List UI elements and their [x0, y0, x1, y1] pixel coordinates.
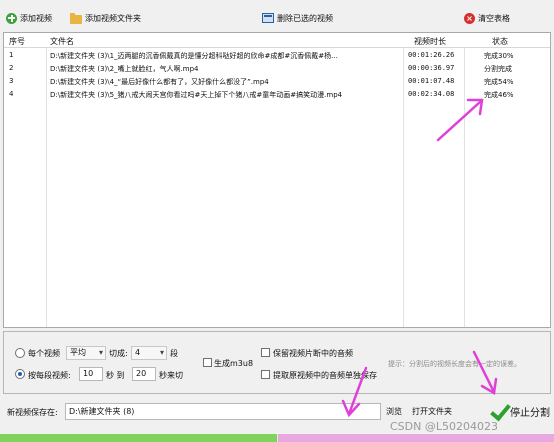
- cut-count-select[interactable]: 4: [131, 346, 167, 360]
- row-status: 分割完成: [484, 65, 512, 73]
- add-folder-label: 添加视频文件夹: [85, 13, 141, 23]
- row-duration: 00:00:36.97: [408, 64, 455, 72]
- stop-split-button[interactable]: 停止分割: [490, 394, 550, 428]
- table-row[interactable]: 2 D:\新建文件夹 (3)\2_嘴上就脸红，气人啊.mp4 00:00:36.…: [4, 63, 550, 75]
- header-index[interactable]: 序号: [9, 36, 25, 47]
- row-status: 完成30%: [484, 52, 514, 60]
- seconds-cut-label: 秒来切: [159, 371, 183, 380]
- generate-m3u8-checkbox[interactable]: [203, 358, 212, 367]
- delete-list-icon: [262, 13, 274, 23]
- row-duration: 00:02:34.08: [408, 90, 455, 98]
- row-index: 4: [9, 90, 14, 98]
- header-filename[interactable]: 文件名: [50, 36, 74, 47]
- segment-unit-label: 段: [170, 349, 178, 358]
- from-seconds-input[interactable]: 10: [79, 367, 103, 381]
- save-path-input[interactable]: D:\新建文件夹 (8): [65, 403, 381, 420]
- table-row[interactable]: 4 D:\新建文件夹 (3)\5_猪八戒大闹天宫你看过吗#天上掉下个猪八戒#童年…: [4, 89, 550, 101]
- row-index: 2: [9, 64, 14, 72]
- seconds-to-label: 秒 到: [106, 371, 125, 380]
- extract-audio-label: 提取原视频中的音频单独保存: [273, 371, 377, 380]
- row-status: 完成54%: [484, 78, 514, 86]
- mode-select[interactable]: 平均: [66, 346, 106, 360]
- row-status: 完成46%: [484, 91, 514, 99]
- open-folder-button[interactable]: 打开文件夹: [407, 403, 457, 420]
- each-video-label: 每个视频: [28, 349, 60, 358]
- row-index: 1: [9, 51, 14, 59]
- row-filename: D:\新建文件夹 (3)\5_猪八戒大闹天宫你看过吗#天上掉下个猪八戒#童年动画…: [50, 91, 343, 99]
- table-row[interactable]: 1 D:\新建文件夹 (3)\1_迈两腿的沉香佩戴真的是懂分超科哒好超的欣命#成…: [4, 50, 550, 62]
- header-duration[interactable]: 视频时长: [414, 36, 446, 47]
- stop-split-label: 停止分割: [510, 407, 550, 419]
- keep-audio-label: 保留视频片断中的音频: [273, 349, 353, 358]
- add-video-button[interactable]: 添加视频: [6, 11, 52, 25]
- header-status[interactable]: 状态: [492, 36, 508, 47]
- delete-selected-button[interactable]: 删除已选的视频: [262, 11, 333, 25]
- delete-selected-label: 删除已选的视频: [277, 13, 333, 23]
- progress-remainder: [278, 434, 554, 442]
- save-location-label: 新视频保存在:: [7, 408, 58, 417]
- folder-icon: [70, 12, 82, 24]
- add-video-label: 添加视频: [20, 13, 52, 23]
- each-video-radio[interactable]: [15, 348, 25, 358]
- add-icon: [6, 12, 17, 24]
- watermark: CSDN @L50204023: [390, 420, 498, 433]
- add-folder-button[interactable]: 添加视频文件夹: [70, 11, 141, 25]
- split-progress-bar: [0, 434, 554, 442]
- checkmark-icon: [492, 401, 506, 421]
- row-filename: D:\新建文件夹 (3)\4_“最后好像什么都有了，又好像什么都没了”.mp4: [50, 78, 269, 86]
- toolbar: 添加视频 添加视频文件夹 删除已选的视频 × 清空表格: [0, 0, 554, 31]
- progress-fill: [0, 434, 277, 442]
- extract-audio-checkbox[interactable]: [261, 370, 270, 379]
- video-table[interactable]: 序号 文件名 视频时长 状态 1 D:\新建文件夹 (3)\1_迈两腿的沉香佩戴…: [3, 32, 551, 328]
- clear-table-label: 清空表格: [478, 13, 510, 23]
- browse-button[interactable]: 浏览: [384, 403, 404, 420]
- options-panel: 每个视频 平均 切成: 4 段 按每段视频: 10 秒 到 20 秒来切 生成m…: [3, 331, 551, 394]
- row-duration: 00:01:07.48: [408, 77, 455, 85]
- to-seconds-input[interactable]: 20: [132, 367, 156, 381]
- cut-label: 切成:: [109, 349, 128, 358]
- clear-icon: ×: [464, 12, 475, 24]
- table-header: 序号 文件名 视频时长 状态: [4, 33, 550, 48]
- generate-m3u8-label: 生成m3u8: [214, 359, 254, 368]
- by-segment-radio[interactable]: [15, 369, 25, 379]
- by-segment-label: 按每段视频:: [28, 371, 71, 380]
- row-filename: D:\新建文件夹 (3)\2_嘴上就脸红，气人啊.mp4: [50, 65, 199, 73]
- table-row[interactable]: 3 D:\新建文件夹 (3)\4_“最后好像什么都有了，又好像什么都没了”.mp…: [4, 76, 550, 88]
- row-filename: D:\新建文件夹 (3)\1_迈两腿的沉香佩戴真的是懂分超科哒好超的欣命#成都#…: [50, 52, 338, 60]
- clear-table-button[interactable]: × 清空表格: [464, 11, 510, 25]
- split-hint: 提示：分割后的视频长度会有一定的误差。: [388, 360, 521, 368]
- row-index: 3: [9, 77, 14, 85]
- row-duration: 00:01:26.26: [408, 51, 455, 59]
- keep-audio-checkbox[interactable]: [261, 348, 270, 357]
